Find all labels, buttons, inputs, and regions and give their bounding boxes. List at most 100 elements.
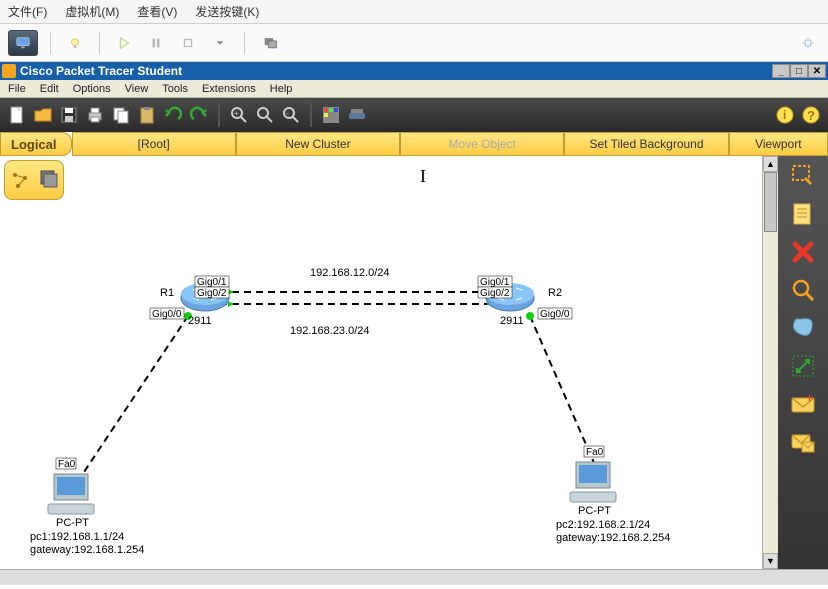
minimize-button[interactable]: _: [772, 64, 790, 78]
r2-gig00-label: Gig0/0: [540, 309, 570, 320]
vm-host-toolbar: [0, 24, 828, 62]
monitor-icon[interactable]: [8, 30, 38, 56]
scroll-up-button[interactable]: ▲: [763, 156, 778, 172]
r1-gig02-label: Gig0/2: [197, 288, 227, 299]
viewport-button[interactable]: Viewport: [729, 132, 828, 156]
menu-help[interactable]: Help: [266, 82, 297, 96]
zoom-out-icon[interactable]: -: [280, 104, 302, 126]
new-cluster-button[interactable]: New Cluster: [236, 132, 400, 156]
pc1-label: PC-PT: [56, 517, 89, 529]
vm-host-menubar: 文件(F) 虚拟机(M) 查看(V) 发送按键(K): [0, 0, 828, 24]
set-tiled-bg-button[interactable]: Set Tiled Background: [564, 132, 728, 156]
menu-tools[interactable]: Tools: [158, 82, 192, 96]
redo-icon[interactable]: [188, 104, 210, 126]
scroll-thumb[interactable]: [764, 172, 777, 232]
close-button[interactable]: ✕: [808, 64, 826, 78]
tool-palette: +: [778, 156, 828, 569]
pc2[interactable]: [570, 462, 616, 502]
print-icon[interactable]: [84, 104, 106, 126]
pc2-label: PC-PT: [578, 505, 611, 517]
info-icon[interactable]: i: [774, 104, 796, 126]
separator: [50, 32, 51, 54]
help-icon[interactable]: ?: [800, 104, 822, 126]
new-file-icon[interactable]: [6, 104, 28, 126]
delete-tool-icon[interactable]: [788, 238, 818, 266]
undo-icon[interactable]: [162, 104, 184, 126]
r2-gig01-label: Gig0/1: [480, 277, 510, 288]
resize-tool-icon[interactable]: [788, 352, 818, 380]
app-menubar: File Edit Options View Tools Extensions …: [0, 80, 828, 98]
workspace: I: [0, 156, 828, 569]
menu-file[interactable]: File: [4, 82, 30, 96]
scroll-track[interactable]: [763, 172, 778, 553]
r1-gig00-label: Gig0/0: [152, 309, 182, 320]
vm-menu-sendkeys[interactable]: 发送按键(K): [195, 3, 259, 20]
svg-text:-: -: [286, 109, 289, 118]
separator: [310, 103, 312, 127]
copy-icon[interactable]: [110, 104, 132, 126]
dropdown-icon[interactable]: [208, 31, 232, 55]
r2-gig02-label: Gig0/2: [480, 288, 510, 299]
net23-label: 192.168.23.0/24: [290, 325, 370, 337]
canvas[interactable]: I: [0, 156, 762, 569]
note-tool-icon[interactable]: [788, 200, 818, 228]
separator: [244, 32, 245, 54]
expand-icon[interactable]: [796, 31, 820, 55]
pause-icon[interactable]: [144, 31, 168, 55]
play-icon[interactable]: [112, 31, 136, 55]
open-folder-icon[interactable]: [32, 104, 54, 126]
titlebar: Cisco Packet Tracer Student _ □ ✕: [0, 62, 828, 80]
r1-gig01-label: Gig0/1: [197, 277, 227, 288]
svg-text:+: +: [806, 391, 813, 405]
vm-menu-view[interactable]: 查看(V): [137, 3, 177, 20]
select-tool-icon[interactable]: [788, 162, 818, 190]
scroll-down-button[interactable]: ▼: [763, 553, 778, 569]
zoom-in-icon[interactable]: +: [228, 104, 250, 126]
r1-label: R1: [160, 287, 174, 299]
zoom-reset-icon[interactable]: [254, 104, 276, 126]
custom-device-icon[interactable]: [346, 104, 368, 126]
menu-edit[interactable]: Edit: [36, 82, 63, 96]
paste-icon[interactable]: [136, 104, 158, 126]
separator: [99, 32, 100, 54]
r2-model: 2911: [500, 315, 524, 327]
bulb-icon[interactable]: [63, 31, 87, 55]
pc1-ip: pc1:192.168.1.1/24: [30, 531, 124, 543]
vm-menu-machine[interactable]: 虚拟机(M): [65, 3, 119, 20]
pc2-fa0-label: Fa0: [586, 447, 604, 458]
r2-label: R2: [548, 287, 562, 299]
palette-grid-icon[interactable]: [320, 104, 342, 126]
fullscreen-icon[interactable]: [257, 31, 285, 55]
packet-tracer-window: Cisco Packet Tracer Student _ □ ✕ File E…: [0, 62, 828, 585]
menu-options[interactable]: Options: [69, 82, 115, 96]
bottom-bar: [0, 569, 828, 585]
window-title: Cisco Packet Tracer Student: [20, 64, 182, 78]
svg-text:?: ?: [807, 108, 815, 123]
pc1[interactable]: [48, 474, 94, 514]
pc1-fa0-label: Fa0: [58, 459, 76, 470]
r1-model: 2911: [188, 315, 212, 327]
app-icon: [2, 64, 16, 78]
pc2-ip: pc2:192.168.2.1/24: [556, 519, 650, 531]
inspect-tool-icon[interactable]: [788, 276, 818, 304]
complex-pdu-tool-icon[interactable]: [788, 428, 818, 456]
menu-view[interactable]: View: [121, 82, 153, 96]
net12-label: 192.168.12.0/24: [310, 267, 390, 279]
draw-shape-tool-icon[interactable]: [788, 314, 818, 342]
move-object-button[interactable]: Move Object: [400, 132, 564, 156]
root-cell[interactable]: [Root]: [72, 132, 236, 156]
main-toolbar: + - i ?: [0, 98, 828, 132]
vertical-scrollbar[interactable]: ▲ ▼: [762, 156, 778, 569]
pc1-gateway: gateway:192.168.1.254: [30, 544, 144, 556]
logical-tab[interactable]: Logical: [0, 132, 72, 156]
save-icon[interactable]: [58, 104, 80, 126]
navigation-widget[interactable]: [4, 160, 64, 200]
svg-text:+: +: [234, 109, 239, 118]
vm-menu-file[interactable]: 文件(F): [8, 3, 47, 20]
stop-icon[interactable]: [176, 31, 200, 55]
pc2-gateway: gateway:192.168.2.254: [556, 532, 670, 544]
separator: [218, 103, 220, 127]
simple-pdu-tool-icon[interactable]: +: [788, 390, 818, 418]
maximize-button[interactable]: □: [790, 64, 808, 78]
menu-extensions[interactable]: Extensions: [198, 82, 260, 96]
